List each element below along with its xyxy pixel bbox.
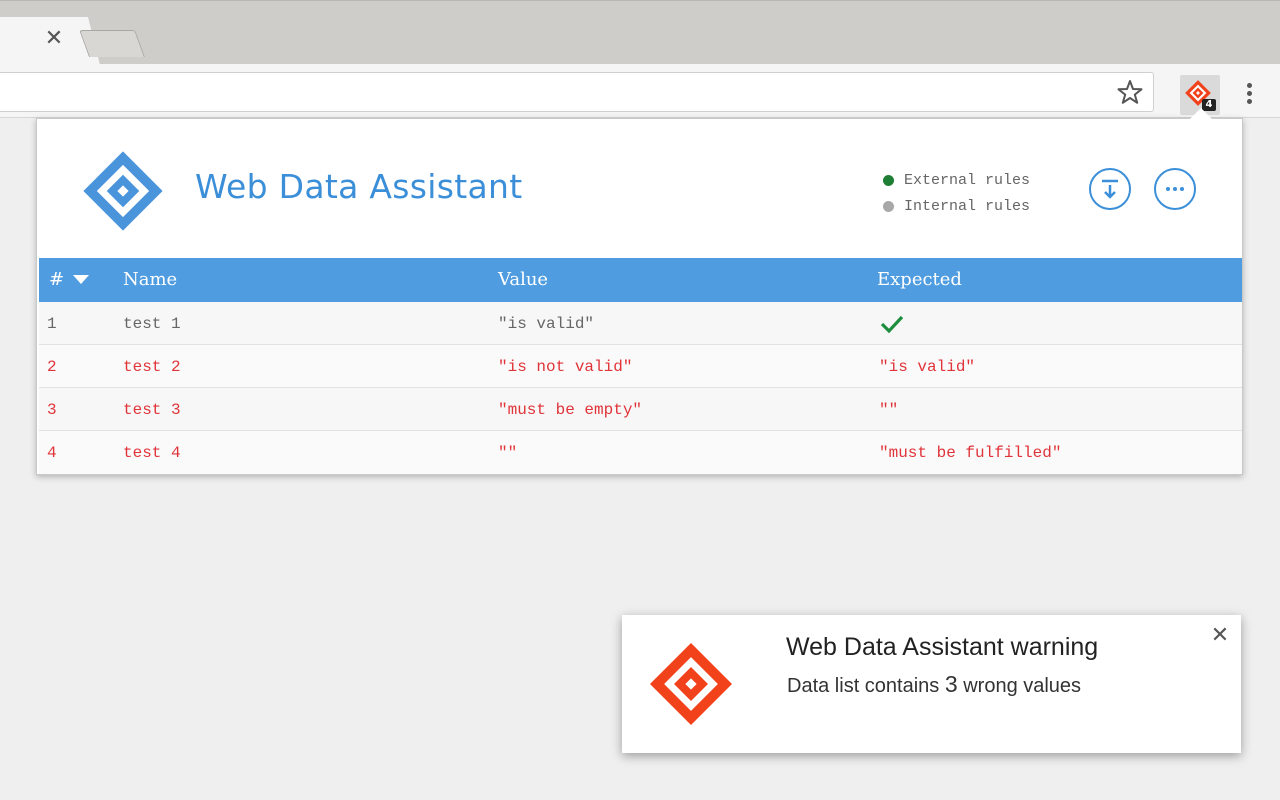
- row-value: "must be empty": [498, 401, 643, 419]
- tab-strip: ✕: [0, 0, 1280, 65]
- tab-close-icon[interactable]: ✕: [44, 28, 64, 50]
- column-value-header[interactable]: Value: [498, 269, 548, 290]
- notification-count: 3: [944, 671, 958, 697]
- warning-notification[interactable]: Web Data Assistant warning Data list con…: [622, 615, 1241, 753]
- more-options-button[interactable]: [1154, 168, 1196, 210]
- table-row[interactable]: 3 test 3 "must be empty" "": [39, 388, 1242, 431]
- more-horizontal-icon: [1166, 187, 1184, 191]
- column-index-header[interactable]: #: [49, 269, 64, 290]
- row-expected: "": [879, 401, 899, 419]
- notification-message-prefix: Data list contains: [787, 675, 945, 697]
- column-expected-header[interactable]: Expected: [877, 269, 962, 290]
- row-name: test 4: [123, 444, 181, 462]
- row-index: 2: [47, 358, 57, 376]
- table-row[interactable]: 4 test 4 "" "must be fulfilled": [39, 431, 1242, 474]
- check-icon: [880, 315, 904, 334]
- download-button[interactable]: [1089, 168, 1131, 210]
- address-bar[interactable]: [0, 72, 1154, 112]
- internal-dot-icon: [883, 200, 894, 212]
- table-row[interactable]: 2 test 2 "is not valid" "is valid": [39, 345, 1242, 388]
- row-expected: "must be fulfilled": [879, 444, 1062, 462]
- row-index: 1: [47, 315, 57, 333]
- close-icon[interactable]: ✕: [1210, 625, 1230, 647]
- row-name: test 3: [123, 401, 181, 419]
- row-value: "is not valid": [498, 358, 633, 376]
- external-dot-icon: [883, 174, 894, 186]
- table-row[interactable]: 1 test 1 "is valid": [39, 302, 1242, 345]
- diamond-logo-icon: [83, 151, 163, 231]
- browser-toolbar: 4: [0, 64, 1280, 118]
- data-table: # Name Value Expected 1 test 1 "is valid…: [39, 258, 1242, 474]
- row-expected: "is valid": [879, 358, 976, 376]
- legend-internal: Internal rules: [883, 193, 1030, 219]
- table-header: # Name Value Expected: [39, 258, 1242, 302]
- legend-external-label: External rules: [904, 171, 1031, 189]
- popup-header: Web Data Assistant External rules Intern…: [37, 119, 1242, 257]
- star-icon[interactable]: [1115, 77, 1145, 107]
- row-name: test 2: [123, 358, 181, 376]
- row-value: "is valid": [498, 315, 595, 333]
- row-index: 3: [47, 401, 57, 419]
- legend: External rules Internal rules: [883, 167, 1030, 219]
- row-name: test 1: [123, 315, 181, 333]
- vertical-dots-icon[interactable]: [1238, 80, 1260, 110]
- popup-arrow: [1190, 108, 1212, 119]
- download-icon: [1102, 179, 1118, 199]
- new-tab-button[interactable]: [79, 30, 145, 57]
- legend-internal-label: Internal rules: [904, 197, 1031, 215]
- notification-message: Data list contains 3 wrong values: [787, 671, 1081, 698]
- sort-down-icon[interactable]: [73, 275, 89, 284]
- app-title: Web Data Assistant: [195, 167, 523, 206]
- legend-external: External rules: [883, 167, 1030, 193]
- column-name-header[interactable]: Name: [123, 269, 177, 290]
- notification-title: Web Data Assistant warning: [786, 633, 1099, 661]
- diamond-logo-icon: [649, 642, 733, 726]
- row-index: 4: [47, 444, 57, 462]
- row-value: "": [498, 444, 518, 462]
- notification-message-suffix: wrong values: [957, 675, 1082, 697]
- extension-popup: Web Data Assistant External rules Intern…: [36, 118, 1243, 475]
